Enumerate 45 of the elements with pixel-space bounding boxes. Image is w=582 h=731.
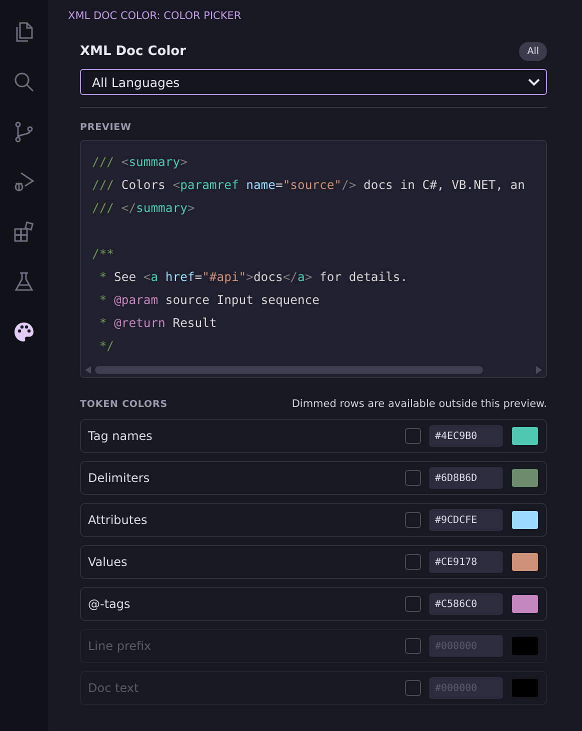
panel-heading: XML Doc Color: [80, 44, 186, 59]
checkbox[interactable]: [405, 554, 421, 570]
language-select[interactable]: All Languages: [80, 69, 547, 95]
hex-input[interactable]: #9CDCFE: [429, 509, 503, 531]
checkbox[interactable]: [405, 596, 421, 612]
hint-text: Dimmed rows are available outside this preview.: [292, 398, 547, 410]
code-line: * See <a href="#api">docs</a> for details.: [98, 269, 409, 286]
color-swatch[interactable]: [512, 469, 538, 487]
token-label: Delimiters: [88, 471, 151, 485]
play-bug-icon: [12, 170, 36, 194]
hex-input[interactable]: #C586C0: [429, 593, 503, 615]
section-label: TOKEN COLORS: [80, 398, 168, 410]
color-swatch[interactable]: [512, 595, 538, 613]
code-line: * @return Result: [98, 315, 218, 332]
code-line: /// <summary>: [92, 154, 188, 171]
palette-icon: [12, 320, 36, 344]
code-line: */: [98, 338, 116, 355]
token-label: Tag names: [88, 429, 154, 443]
code-line: /// </summary>: [92, 200, 196, 217]
color-swatch[interactable]: [512, 553, 538, 571]
token-label: Doc text: [88, 681, 140, 695]
code-line: /// Colors <paramref name="source"/> docs in C#, VB.NET, an: [92, 177, 526, 194]
extensions-icon: [12, 220, 36, 244]
search-icon: [12, 70, 36, 94]
scroll-left-icon[interactable]: [85, 366, 91, 374]
hex-input[interactable]: #CE9178: [429, 551, 503, 573]
token-label: Attributes: [88, 513, 148, 527]
section-label: PREVIEW: [80, 122, 132, 133]
color-swatch[interactable]: [512, 511, 538, 529]
hex-input[interactable]: #6D8B6D: [429, 467, 503, 489]
checkbox[interactable]: [405, 470, 421, 486]
checkbox[interactable]: [405, 512, 421, 528]
panel-title: XML DOC COLOR: COLOR PICKER: [68, 10, 242, 22]
chevron-down-icon: [528, 78, 540, 86]
hex-input[interactable]: #4EC9B0: [429, 425, 503, 447]
color-swatch[interactable]: [512, 427, 538, 445]
flask-icon: [12, 270, 36, 294]
code-line: * @param source Input sequence: [98, 292, 320, 309]
scope-badge: All: [519, 42, 547, 61]
token-label: Values: [88, 555, 128, 569]
checkbox[interactable]: [405, 428, 421, 444]
token-label: Line prefix: [88, 639, 152, 653]
code-line: /**: [92, 246, 116, 263]
scroll-right-icon[interactable]: [536, 366, 542, 374]
token-label: @-tags: [88, 597, 132, 611]
